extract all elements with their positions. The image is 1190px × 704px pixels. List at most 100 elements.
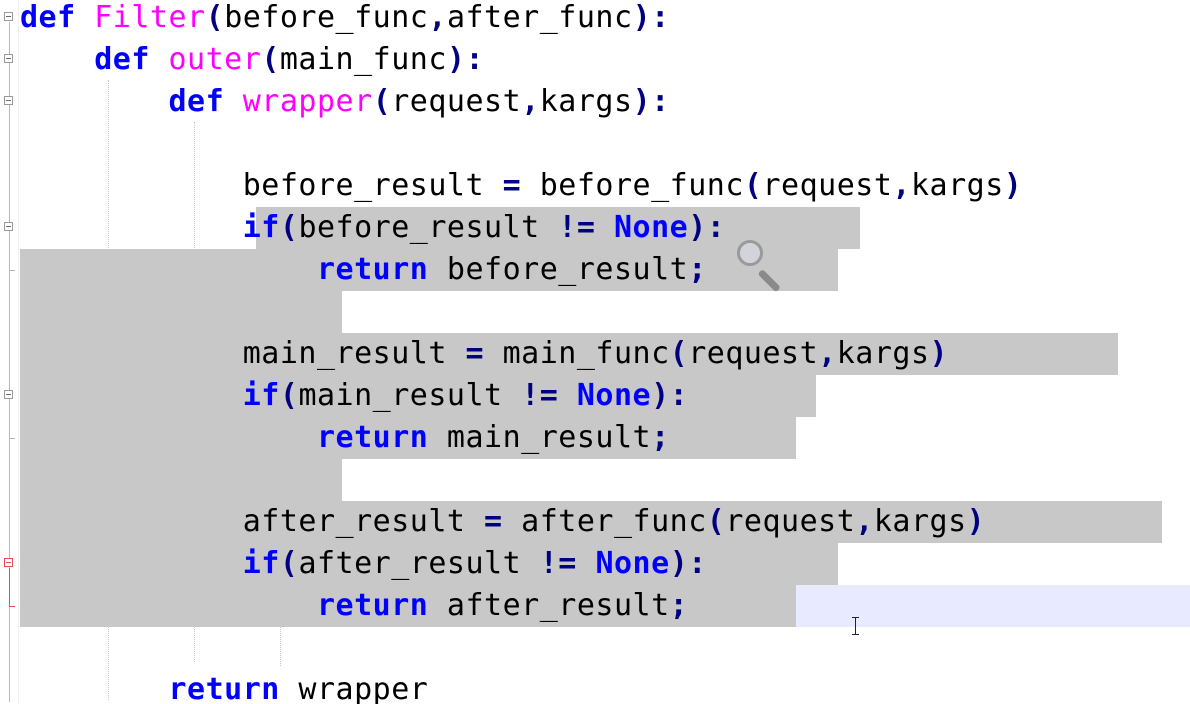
code-token: ( bbox=[743, 168, 763, 203]
code-token: after_func bbox=[446, 0, 633, 35]
fold-toggle-icon[interactable] bbox=[4, 54, 13, 63]
code-token: def bbox=[94, 42, 150, 77]
code-token: ) bbox=[1003, 168, 1023, 203]
code-token: != bbox=[558, 210, 596, 245]
code-token: after_result bbox=[298, 546, 540, 581]
code-line[interactable]: def Filter(before_func,after_func): bbox=[20, 0, 670, 39]
code-line[interactable]: return wrapper bbox=[20, 669, 428, 704]
fold-toggle-icon[interactable] bbox=[4, 222, 13, 231]
fold-margin bbox=[0, 0, 19, 704]
code-token: request bbox=[762, 168, 893, 203]
code-token: main_result bbox=[20, 336, 466, 371]
code-token: ( bbox=[706, 504, 726, 539]
code-token: ( bbox=[669, 336, 689, 371]
code-token: before_func bbox=[224, 0, 429, 35]
code-token: main_func bbox=[279, 42, 447, 77]
code-line[interactable]: main_result = main_func(request,kargs) bbox=[20, 333, 948, 375]
fold-end-marker bbox=[9, 606, 15, 607]
code-token: , bbox=[892, 168, 911, 203]
magnifier-icon bbox=[737, 240, 763, 266]
code-line[interactable]: return before_result; bbox=[20, 249, 707, 291]
code-line[interactable]: before_result = before_func(request,karg… bbox=[20, 165, 1022, 207]
code-token: None bbox=[595, 546, 670, 581]
code-token: after_func bbox=[502, 504, 707, 539]
code-token: Filter bbox=[94, 0, 206, 35]
code-token: if bbox=[242, 378, 280, 413]
code-token: before_result bbox=[20, 168, 503, 203]
code-token: , bbox=[521, 84, 540, 119]
code-token: return bbox=[316, 252, 429, 287]
code-token: ( bbox=[279, 378, 299, 413]
code-editor[interactable]: def Filter(before_func,after_func): def … bbox=[0, 0, 1190, 704]
code-token: wrapper bbox=[242, 84, 373, 119]
code-token: after_result bbox=[428, 588, 670, 623]
code-token: return bbox=[316, 588, 429, 623]
code-token: ): bbox=[688, 210, 726, 245]
code-token: None bbox=[576, 378, 652, 413]
code-token: = bbox=[484, 504, 503, 539]
code-token: ) bbox=[966, 504, 986, 539]
code-token: ): bbox=[632, 0, 670, 35]
code-token: kargs bbox=[836, 336, 930, 371]
code-token: = bbox=[465, 336, 485, 371]
code-line[interactable]: def outer(main_func): bbox=[20, 39, 484, 81]
code-token: ( bbox=[279, 546, 299, 581]
code-token: main_result bbox=[428, 420, 652, 455]
code-token: ( bbox=[372, 84, 392, 119]
code-line[interactable]: if(main_result != None): bbox=[20, 375, 688, 417]
code-line[interactable]: return after_result; bbox=[20, 585, 688, 627]
code-token: ): bbox=[669, 546, 707, 581]
code-token: before_result bbox=[428, 252, 689, 287]
code-line[interactable]: def wrapper(request,kargs): bbox=[20, 81, 670, 123]
code-token: return bbox=[168, 672, 280, 704]
code-token: , bbox=[855, 504, 874, 539]
code-token: if bbox=[242, 546, 280, 581]
fold-end-marker bbox=[9, 270, 15, 271]
fold-toggle-icon[interactable] bbox=[4, 558, 13, 567]
code-token: request bbox=[725, 504, 856, 539]
code-token: before_func bbox=[521, 168, 744, 203]
fold-toggle-icon[interactable] bbox=[4, 96, 13, 105]
code-line[interactable]: if(after_result != None): bbox=[20, 543, 707, 585]
code-token: main_result bbox=[298, 378, 522, 413]
code-token: != bbox=[539, 546, 577, 581]
code-line[interactable]: if(before_result != None): bbox=[20, 207, 725, 249]
code-token: after_result bbox=[20, 504, 485, 539]
fold-toggle-icon[interactable] bbox=[4, 390, 13, 399]
code-token: ; bbox=[651, 420, 670, 455]
code-token: , bbox=[428, 0, 447, 35]
code-line[interactable]: return main_result; bbox=[20, 417, 670, 459]
fold-line bbox=[9, 568, 10, 606]
fold-toggle-icon[interactable] bbox=[4, 12, 13, 21]
code-token: , bbox=[818, 336, 837, 371]
code-token: request bbox=[391, 84, 522, 119]
code-token: def bbox=[168, 84, 225, 119]
code-token: if bbox=[242, 210, 280, 245]
code-token: kargs bbox=[910, 168, 1004, 203]
code-line[interactable]: after_result = after_func(request,kargs) bbox=[20, 501, 985, 543]
code-token: ; bbox=[669, 588, 689, 623]
code-token: return bbox=[316, 420, 429, 455]
code-token: ): bbox=[446, 42, 485, 77]
selection-highlight bbox=[20, 459, 342, 501]
selection-highlight bbox=[20, 291, 342, 333]
code-token: ( bbox=[261, 42, 280, 77]
code-token: wrapper bbox=[279, 672, 429, 704]
fold-end-marker bbox=[9, 438, 15, 439]
code-token: def bbox=[20, 0, 76, 35]
code-token: main_func bbox=[484, 336, 670, 371]
code-token: request bbox=[688, 336, 819, 371]
